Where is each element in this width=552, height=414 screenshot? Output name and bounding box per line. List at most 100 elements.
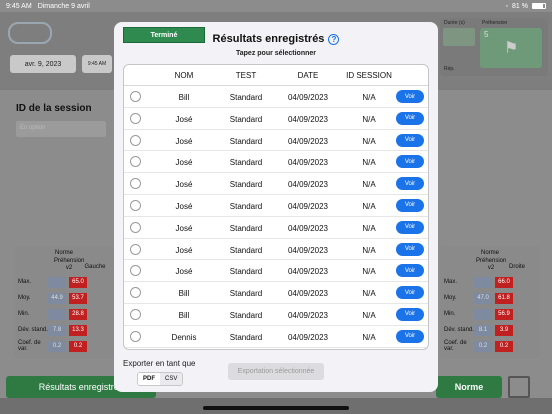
cell-test: Standard [229, 136, 263, 146]
table-row[interactable]: Dennis Standard 04/09/2023 N/A Voir [124, 326, 428, 348]
modal-subtitle: Tapez pour sélectionner [236, 50, 316, 57]
row-select-radio[interactable] [130, 287, 141, 299]
table-row[interactable]: José Standard 04/09/2023 N/A Voir [124, 151, 428, 174]
stat-norm-value [474, 308, 492, 320]
modal-title: Résultats enregistrés? [114, 33, 438, 45]
left-stat-row: Coef. de var. 0.2 0.2 [18, 340, 110, 352]
stat-label: Coef. de var. [18, 340, 41, 352]
table-row[interactable]: José Standard 04/09/2023 N/A Voir [124, 239, 428, 261]
cell-date: 04/09/2023 [287, 289, 329, 299]
cell-session-id: N/A [362, 267, 376, 277]
app-logo-icon [8, 22, 52, 44]
left-stat-row: Dév. stand. 7.8 13.3 [18, 324, 110, 336]
cell-session-id: N/A [362, 114, 376, 124]
stat-value: 65.0 [69, 276, 87, 288]
table-row[interactable]: Bill Standard 04/09/2023 N/A Voir [124, 282, 428, 304]
table-row[interactable]: Bill Standard 04/09/2023 N/A Voir [124, 86, 428, 108]
stat-value: 0.2 [495, 340, 513, 352]
table-row[interactable]: Bill Standard 04/09/2023 N/A Voir [124, 304, 428, 326]
cell-test: Standard [229, 310, 263, 320]
row-select-radio[interactable] [130, 134, 141, 146]
row-select-radio[interactable] [130, 330, 141, 342]
row-select-radio[interactable] [130, 308, 141, 320]
column-header-session-id: ID SESSION [346, 71, 392, 80]
cell-session-id: N/A [362, 93, 376, 102]
info-icon[interactable]: ? [328, 33, 340, 45]
grip-label: Préhension [482, 20, 508, 26]
view-button[interactable]: Voir [396, 198, 424, 212]
cell-name: José [175, 201, 193, 211]
row-select-radio[interactable] [130, 178, 141, 190]
stat-norm-value: 0.2 [48, 340, 66, 352]
table-body[interactable]: Bill Standard 04/09/2023 N/A Voir José Standar… [124, 86, 428, 348]
row-select-radio[interactable] [130, 265, 141, 277]
right-stat-row: Dév. stand. 8.1 3.9 [444, 324, 536, 336]
stat-norm-value: 8.1 [474, 324, 492, 336]
stat-value: 61.8 [495, 292, 513, 304]
row-select-radio[interactable] [130, 243, 141, 255]
view-button[interactable]: Voir [396, 329, 424, 343]
cell-date: 04/09/2023 [287, 136, 329, 146]
view-button[interactable]: Voir [396, 220, 424, 234]
table-row[interactable]: José Standard 04/09/2023 N/A Voir [124, 195, 428, 217]
left-stat-row: Max. 65.0 [18, 276, 110, 288]
view-button[interactable]: Voir [396, 133, 424, 147]
stat-norm-value: 47.0 [474, 292, 492, 304]
stat-label: Max. [444, 279, 458, 285]
report-icon [508, 376, 530, 398]
export-format-selector[interactable]: PDF CSV [137, 372, 184, 386]
stat-value: 13.3 [69, 324, 87, 336]
cell-test: Standard [229, 93, 263, 102]
wifi-icon: ◦ [505, 2, 509, 10]
row-select-radio[interactable] [130, 221, 141, 233]
format-option-csv[interactable]: CSV [160, 373, 183, 385]
export-selected-button[interactable]: Exportation sélectionnée [228, 363, 324, 380]
view-button[interactable]: Voir [396, 111, 424, 125]
row-select-radio[interactable] [130, 156, 141, 168]
cell-date: 04/09/2023 [287, 158, 329, 168]
view-button[interactable]: Voir [396, 242, 424, 256]
view-button[interactable]: Voir [396, 307, 424, 321]
format-option-pdf[interactable]: PDF [138, 373, 160, 385]
cell-date: 04/09/2023 [287, 114, 329, 124]
cell-session-id: N/A [362, 158, 376, 168]
left-stat-row: Moy. 44.9 53.7 [18, 292, 110, 304]
view-button[interactable]: Voir [396, 264, 424, 278]
column-header-name: NOM [174, 71, 194, 80]
view-button[interactable]: Voir [396, 286, 424, 300]
view-button[interactable]: Voir [396, 177, 424, 191]
cell-date: 04/09/2023 [287, 180, 329, 190]
rep-label: Rép. [444, 66, 455, 72]
cell-name: José [175, 136, 193, 146]
cell-session-id: N/A [362, 310, 376, 320]
home-indicator [203, 406, 349, 410]
table-row[interactable]: José Standard 04/09/2023 N/A Voir [124, 260, 428, 283]
stat-value: 53.7 [69, 292, 87, 304]
cell-date: 04/09/2023 [287, 223, 329, 233]
row-select-radio[interactable] [130, 199, 141, 211]
cell-name: Dennis [171, 332, 197, 342]
cell-name: José [175, 245, 193, 255]
view-button[interactable]: Voir [396, 90, 424, 103]
cell-session-id: N/A [362, 332, 376, 342]
table-row[interactable]: José Standard 04/09/2023 N/A Voir [124, 173, 428, 195]
dynamometer-icon: ⚑ [504, 40, 519, 57]
row-select-radio[interactable] [130, 112, 141, 124]
view-button[interactable]: Voir [396, 155, 424, 169]
row-select-radio[interactable] [130, 91, 141, 102]
cell-date: 04/09/2023 [287, 310, 329, 320]
column-header-date: DATE [297, 71, 319, 80]
table-row[interactable]: José Standard 04/09/2023 N/A Voir [124, 217, 428, 239]
stat-label: Moy. [18, 295, 31, 301]
cell-name: José [175, 223, 193, 233]
cell-name: Bill [178, 93, 190, 102]
right-stat-row: Max. 66.0 [444, 276, 536, 288]
cell-date: 04/09/2023 [287, 93, 329, 102]
cell-name: Bill [178, 310, 190, 320]
stat-norm-value [474, 276, 492, 288]
norm-button: Norme [436, 376, 502, 398]
right-card-side: Droite [508, 264, 525, 270]
table-row[interactable]: José Standard 04/09/2023 N/A Voir [124, 108, 428, 130]
cell-test: Standard [229, 180, 263, 190]
table-row[interactable]: José Standard 04/09/2023 N/A Voir [124, 130, 428, 152]
